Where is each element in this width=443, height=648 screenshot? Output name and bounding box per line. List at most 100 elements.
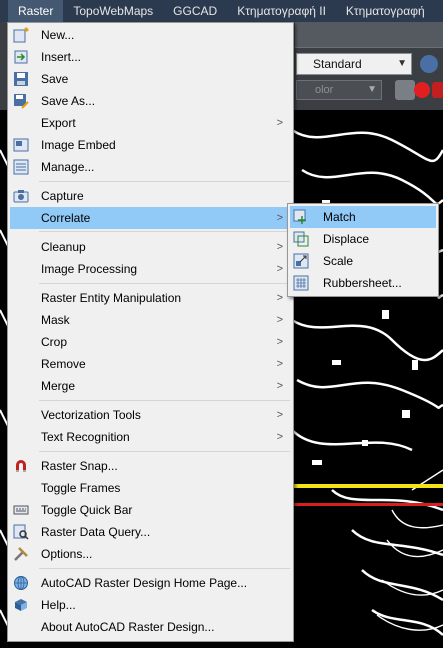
menu-item-vectorization-tools[interactable]: Vectorization Tools > — [10, 404, 292, 426]
menu-separator — [39, 568, 290, 569]
menu-item-label: Image Embed — [41, 138, 116, 152]
ribbon-tabstrip — [295, 22, 443, 48]
chevron-down-icon: ▼ — [367, 84, 377, 95]
new-image-icon — [13, 27, 29, 43]
printer-icon[interactable] — [395, 80, 415, 100]
save-as-icon — [13, 93, 29, 109]
capture-icon — [13, 188, 29, 204]
submenu-item-scale[interactable]: Scale — [290, 250, 436, 272]
menu-item-label: Mask — [41, 313, 70, 327]
save-icon — [13, 71, 29, 87]
menu-item-label: Crop — [41, 335, 68, 349]
red-line — [292, 503, 443, 506]
menu-item-home-page[interactable]: AutoCAD Raster Design Home Page... — [10, 572, 292, 594]
menu-item-text-recognition[interactable]: Text Recognition > — [10, 426, 292, 448]
chevron-right-icon: > — [276, 380, 283, 392]
menu-item-image-processing[interactable]: Image Processing > — [10, 258, 292, 280]
chevron-right-icon: > — [276, 263, 283, 275]
chevron-right-icon: > — [276, 358, 283, 370]
chevron-right-icon: > — [276, 409, 283, 421]
menubar-item-ggcad[interactable]: GGCAD — [163, 0, 227, 22]
menu-item-label: AutoCAD Raster Design Home Page... — [41, 576, 248, 590]
image-embed-icon — [13, 137, 29, 153]
layer-combo[interactable]: olor ▼ — [296, 80, 382, 100]
correlate-submenu: Match Displace Scale Rubbersheet... — [287, 203, 439, 297]
menu-separator — [39, 451, 290, 452]
menu-item-help[interactable]: Help... — [10, 594, 292, 616]
menu-item-label: Capture — [41, 189, 84, 203]
chevron-right-icon: > — [276, 241, 283, 253]
menu-item-label: Raster Data Query... — [41, 525, 151, 539]
options-icon — [13, 546, 29, 562]
layer-combo-value: olor — [315, 84, 334, 96]
menu-item-label: Text Recognition — [41, 430, 130, 444]
menu-item-label: Save — [41, 72, 69, 86]
globe-icon — [13, 575, 29, 591]
magnet-icon — [13, 458, 29, 474]
menubar-item-ktimatografi-2[interactable]: Κτηματογραφή ΙΙ — [227, 0, 336, 22]
submenu-item-rubbersheet[interactable]: Rubbersheet... — [290, 272, 436, 294]
displace-icon — [293, 231, 309, 247]
scale-icon — [293, 253, 309, 269]
yellow-line — [292, 484, 443, 488]
menu-item-insert[interactable]: Insert... — [10, 46, 292, 68]
map-canvas[interactable] — [292, 110, 443, 648]
submenu-item-label: Scale — [323, 254, 354, 268]
menu-item-label: Toggle Quick Bar — [41, 503, 133, 517]
menu-item-raster-snap[interactable]: Raster Snap... — [10, 455, 292, 477]
menu-item-remove[interactable]: Remove > — [10, 353, 292, 375]
red-icon[interactable] — [432, 82, 443, 98]
menubar-item-ktimatografi[interactable]: Κτηματογραφή — [336, 0, 435, 22]
menu-item-mask[interactable]: Mask > — [10, 309, 292, 331]
menu-item-toggle-quick-bar[interactable]: Toggle Quick Bar — [10, 499, 292, 521]
menubar-item-topowebmaps[interactable]: TopoWebMaps — [63, 0, 163, 22]
menu-item-options[interactable]: Options... — [10, 543, 292, 565]
menu-item-cleanup[interactable]: Cleanup > — [10, 236, 292, 258]
menu-item-label: Help... — [41, 598, 76, 612]
chevron-right-icon: > — [276, 292, 283, 304]
menu-item-raster-data-query[interactable]: Raster Data Query... — [10, 521, 292, 543]
menu-item-crop[interactable]: Crop > — [10, 331, 292, 353]
menu-item-toggle-frames[interactable]: Toggle Frames — [10, 477, 292, 499]
quick-bar-icon — [13, 502, 29, 518]
chevron-right-icon: > — [276, 117, 283, 129]
menu-item-merge[interactable]: Merge > — [10, 375, 292, 397]
menu-item-export[interactable]: Export > — [10, 112, 292, 134]
menu-item-image-embed[interactable]: Image Embed — [10, 134, 292, 156]
menu-separator — [39, 283, 290, 284]
manage-icon — [13, 159, 29, 175]
menu-separator — [39, 181, 290, 182]
chevron-right-icon: > — [276, 314, 283, 326]
menu-item-label: Cleanup — [41, 240, 86, 254]
menu-item-label: Export — [41, 116, 76, 130]
menu-item-capture[interactable]: Capture — [10, 185, 292, 207]
menu-item-label: Toggle Frames — [41, 481, 121, 495]
menu-item-save[interactable]: Save — [10, 68, 292, 90]
style-combo[interactable]: Standard ▼ — [296, 53, 412, 75]
red-p-icon[interactable] — [414, 82, 430, 98]
match-icon — [293, 209, 309, 225]
toolbar-round-button[interactable] — [420, 55, 438, 73]
menu-item-label: Raster Entity Manipulation — [41, 291, 182, 305]
menu-item-label: Merge — [41, 379, 76, 393]
insert-image-icon — [13, 49, 29, 65]
chevron-right-icon: > — [276, 431, 283, 443]
menu-item-about[interactable]: About AutoCAD Raster Design... — [10, 616, 292, 638]
menu-item-label: Correlate — [41, 211, 91, 225]
menu-separator — [39, 400, 290, 401]
menu-item-raster-entity-manipulation[interactable]: Raster Entity Manipulation > — [10, 287, 292, 309]
submenu-item-displace[interactable]: Displace — [290, 228, 436, 250]
menu-separator — [39, 231, 290, 232]
style-combo-value: Standard — [313, 57, 362, 71]
menu-item-label: Remove — [41, 357, 86, 371]
menubar-item-raster[interactable]: Raster — [8, 0, 64, 22]
help-book-icon — [13, 597, 29, 613]
menu-item-manage[interactable]: Manage... — [10, 156, 292, 178]
data-query-icon — [13, 524, 29, 540]
menu-item-label: Vectorization Tools — [41, 408, 141, 422]
submenu-item-match[interactable]: Match — [290, 206, 436, 228]
submenu-item-label: Match — [323, 210, 356, 224]
menu-item-new[interactable]: New... — [10, 24, 292, 46]
menu-item-correlate[interactable]: Correlate > — [10, 207, 292, 229]
menu-item-save-as[interactable]: Save As... — [10, 90, 292, 112]
